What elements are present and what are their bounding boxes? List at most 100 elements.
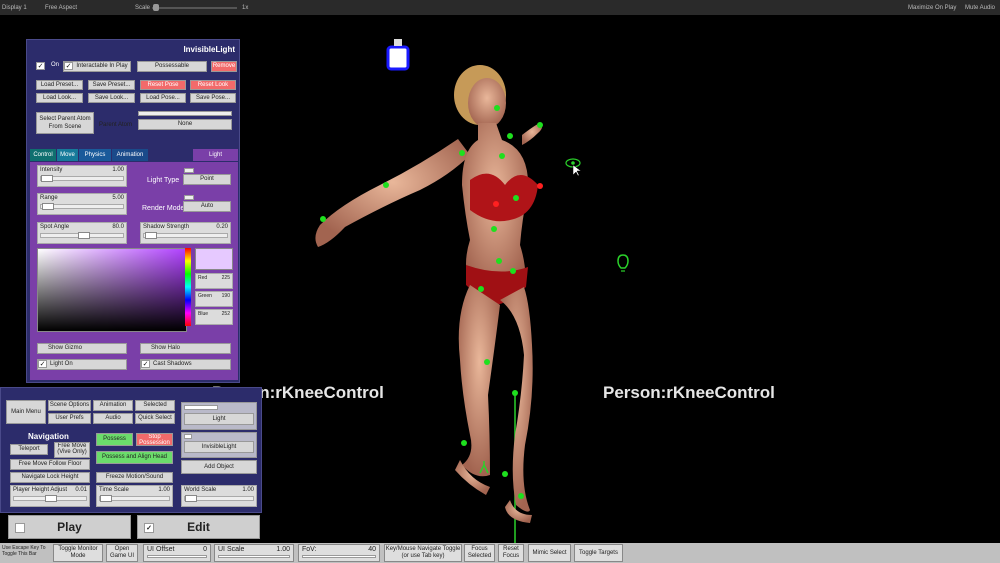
light-button[interactable]: Light (184, 413, 254, 425)
ui-scale-track[interactable] (218, 555, 290, 558)
range-thumb[interactable] (42, 203, 54, 210)
control-node[interactable] (320, 216, 326, 222)
edit-mode-button[interactable]: ✓ Edit (137, 515, 260, 539)
control-node[interactable] (478, 286, 484, 292)
control-node[interactable] (502, 471, 508, 477)
toggle-monitor-mode-button[interactable]: Toggle Monitor Mode (53, 544, 103, 562)
audio-button[interactable]: Audio (93, 413, 133, 424)
key-mouse-navigate-toggle[interactable]: Key/Mouse Navigate Toggle (or use Tab ke… (384, 544, 462, 562)
tab-move[interactable]: Move (57, 149, 78, 161)
animation-button[interactable]: Animation (93, 400, 133, 411)
render-mode-slider[interactable] (184, 195, 194, 200)
save-look-button[interactable]: Save Look... (88, 93, 135, 103)
render-mode-dropdown[interactable]: Auto (183, 201, 231, 212)
user-prefs-button[interactable]: User Prefs (48, 413, 91, 424)
maximize-on-play-toggle[interactable]: Maximize On Play (908, 5, 956, 11)
light-on-checkbox[interactable]: ✓ (38, 360, 47, 368)
remove-button[interactable]: Remove (211, 61, 237, 72)
toggle-targets-button[interactable]: Toggle Targets (574, 544, 623, 562)
show-gizmo-toggle[interactable]: Show Gizmo (37, 343, 127, 354)
parent-atom-slider[interactable] (138, 111, 232, 116)
spot-angle-thumb[interactable] (78, 232, 90, 239)
teleport-button[interactable]: Teleport (10, 444, 48, 455)
navigate-lock-height-toggle[interactable]: Navigate Lock Height (10, 472, 90, 483)
tab-physics[interactable]: Physics (79, 149, 111, 161)
reset-focus-button[interactable]: Reset Focus (498, 544, 524, 562)
range-slider[interactable]: Range 5.00 (37, 193, 127, 215)
stop-possession-button[interactable]: Stop Possession (136, 433, 173, 446)
hue-slider[interactable] (185, 248, 191, 326)
light-type-dropdown[interactable]: Point (183, 174, 231, 185)
interactable-in-play-toggle[interactable]: Interactable In Play (63, 61, 131, 72)
add-object-button[interactable]: Add Object (181, 460, 257, 474)
world-scale-slider[interactable]: World Scale 1.00 (181, 485, 257, 507)
control-node[interactable] (507, 133, 513, 139)
control-node[interactable] (496, 258, 502, 264)
show-halo-toggle[interactable]: Show Halo (140, 343, 231, 354)
freeze-motion-toggle[interactable]: Freeze Motion/Sound (96, 472, 173, 483)
scale-slider-track[interactable] (152, 7, 237, 9)
control-node[interactable] (493, 201, 499, 207)
control-node[interactable] (510, 268, 516, 274)
control-node[interactable] (512, 390, 518, 396)
control-node[interactable] (383, 182, 389, 188)
control-node[interactable] (484, 359, 490, 365)
light-type-slider[interactable] (184, 168, 194, 173)
mute-audio-toggle[interactable]: Mute Audio (965, 5, 995, 11)
interactable-checkbox[interactable]: ✓ (64, 62, 73, 70)
free-move-follow-floor-toggle[interactable]: Free Move Follow Floor (10, 459, 90, 470)
control-node[interactable] (499, 153, 505, 159)
cast-shadows-checkbox[interactable]: ✓ (141, 360, 150, 368)
focus-selected-button[interactable]: Focus Selected (464, 544, 495, 562)
ui-offset-slider[interactable]: UI Offset 0 (143, 544, 211, 562)
control-node[interactable] (518, 493, 524, 499)
load-look-button[interactable]: Load Look... (36, 93, 83, 103)
play-checkbox[interactable] (15, 523, 25, 533)
player-height-thumb[interactable] (45, 495, 57, 502)
invisible-light-button[interactable]: InvisibleLight (184, 441, 254, 453)
load-pose-button[interactable]: Load Pose... (140, 93, 186, 103)
shadow-strength-slider[interactable]: Shadow Strength 0.20 (140, 222, 231, 244)
intensity-slider[interactable]: Intensity 1.00 (37, 165, 127, 187)
invisible-light-slider[interactable] (184, 434, 192, 439)
play-mode-button[interactable]: Play (8, 515, 131, 539)
save-preset-button[interactable]: Save Preset... (88, 80, 135, 90)
scale-slider-thumb[interactable] (153, 4, 159, 11)
control-node[interactable] (537, 122, 543, 128)
open-game-ui-button[interactable]: Open Game UI (106, 544, 138, 562)
control-node[interactable] (494, 105, 500, 111)
player-height-slider[interactable]: Player Height Adjust 0.01 (10, 485, 90, 507)
intensity-thumb[interactable] (41, 175, 53, 182)
fov-slider[interactable]: FoV: 40 (298, 544, 380, 562)
blue-slider[interactable]: Blue 252 (195, 309, 233, 325)
quick-select-button[interactable]: Quick Select (135, 413, 175, 424)
parent-atom-dropdown[interactable]: None (138, 119, 232, 130)
reset-look-button[interactable]: Reset Look (190, 80, 236, 90)
possess-button[interactable]: Possess (96, 433, 133, 446)
control-node[interactable] (459, 150, 465, 156)
control-node[interactable] (513, 195, 519, 201)
mimic-select-button[interactable]: Mimic Select (528, 544, 571, 562)
reset-pose-button[interactable]: Reset Pose (140, 80, 186, 90)
display-dropdown[interactable]: Display 1 (2, 5, 27, 11)
cast-shadows-toggle[interactable]: Cast Shadows (140, 359, 231, 370)
free-move-button[interactable]: Free Move (Vive Only) (54, 442, 90, 458)
possess-align-head-button[interactable]: Possess and Align Head (96, 451, 173, 464)
aspect-dropdown[interactable]: Free Aspect (45, 5, 77, 11)
control-node[interactable] (491, 226, 497, 232)
load-preset-button[interactable]: Load Preset... (36, 80, 83, 90)
fov-track[interactable] (302, 555, 376, 558)
tab-control[interactable]: Control (30, 149, 56, 161)
spot-angle-slider[interactable]: Spot Angle 80.0 (37, 222, 127, 244)
control-node[interactable] (537, 183, 543, 189)
time-scale-slider[interactable]: Time Scale 1.00 (96, 485, 173, 507)
green-slider[interactable]: Green 190 (195, 291, 233, 307)
edit-checkbox[interactable]: ✓ (144, 523, 154, 533)
light-slider[interactable] (184, 405, 218, 410)
color-picker-area[interactable] (37, 248, 187, 332)
select-parent-atom-button[interactable]: Select Parent Atom From Scene (36, 112, 94, 134)
save-pose-button[interactable]: Save Pose... (190, 93, 236, 103)
main-menu-button[interactable]: Main Menu (6, 400, 46, 424)
control-node[interactable] (461, 440, 467, 446)
time-scale-thumb[interactable] (100, 495, 112, 502)
